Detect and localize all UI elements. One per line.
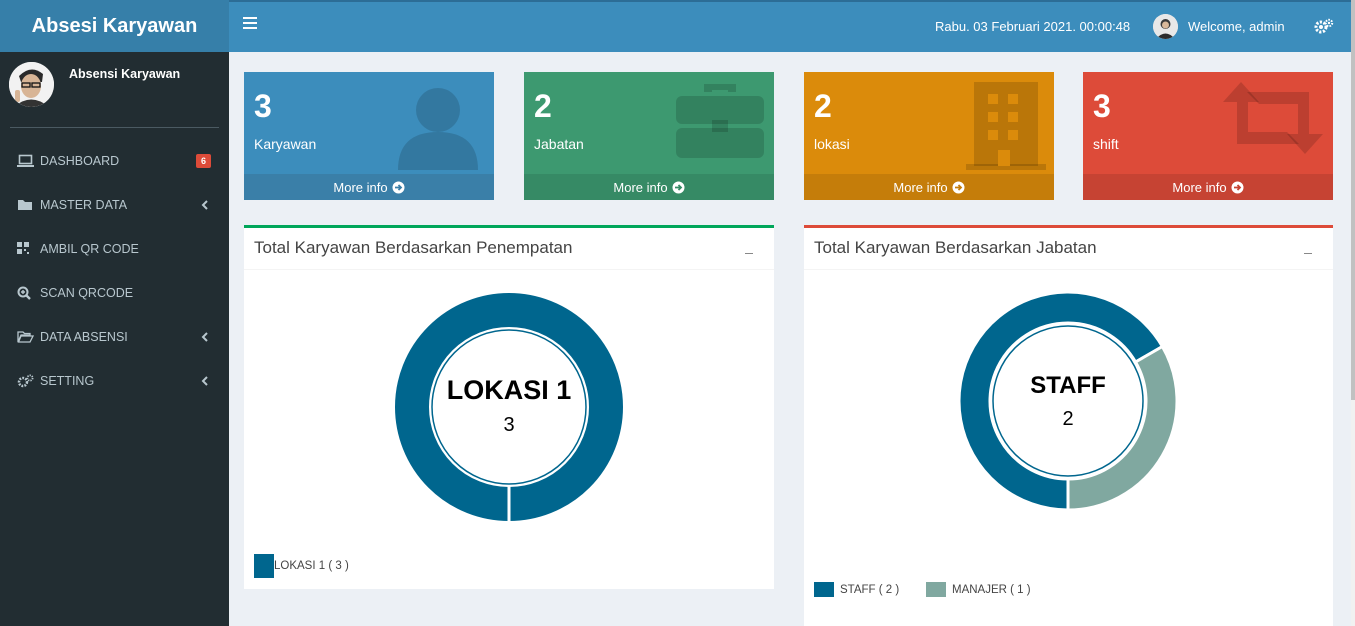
sidebar: Absensi Karyawan DASHBOARD 6 MASTER DATA… [0,52,229,626]
sidebar-item-label: SCAN QRCODE [40,286,134,300]
panel-title: Total Karyawan Berdasarkan Jabatan [814,238,1097,257]
folder-icon [17,198,34,212]
chevron-left-icon [201,375,209,387]
top-navbar: Rabu. 03 Februari 2021. 00:00:48 Welcome… [229,0,1351,52]
arrow-circle-right-icon [952,181,965,193]
panel-title: Total Karyawan Berdasarkan Penempatan [254,238,573,257]
donut-slice[interactable] [395,293,623,521]
sidebar-toggle-icon[interactable] [243,17,257,31]
sidebar-divider [10,127,219,128]
more-info-link[interactable]: More info [804,174,1054,200]
sidebar-item-ambil-qr-code[interactable]: AMBIL QR CODE [0,227,229,271]
chevron-left-icon [201,199,209,211]
search-plus-icon [17,286,34,300]
legend-swatch [814,582,834,597]
sidebar-item-dashboard[interactable]: DASHBOARD 6 [0,139,229,183]
donut-chart-penempatan: LOKASI 1 3 [395,293,623,522]
datetime-display: Rabu. 03 Februari 2021. 00:00:48 [935,19,1131,34]
stat-label: Karyawan [254,136,317,152]
donut-center-label: LOKASI 1 [447,375,572,405]
legend-label: STAFF ( 2 ) [840,583,900,596]
profile-name: Absensi Karyawan [69,67,181,81]
sidebar-item-label: SETTING [40,374,95,388]
user-icon [396,80,486,181]
sidebar-item-label: AMBIL QR CODE [40,242,139,256]
stat-label: lokasi [814,136,850,152]
arrow-circle-right-icon [672,181,685,193]
stat-box-shift: 3 shift More info [1083,72,1333,200]
building-icon [966,80,1046,177]
chevron-left-icon [201,331,209,343]
donut-center-label: STAFF [1030,372,1106,399]
stat-value: 3 [1093,88,1111,124]
legend-label: MANAJER ( 1 ) [952,583,1031,596]
minimize-icon[interactable] [744,242,756,254]
sidebar-item-scan-qrcode[interactable]: SCAN QRCODE [0,271,229,315]
stat-box-lokasi: 2 lokasi More info [804,72,1054,200]
user-avatar[interactable] [1153,14,1178,39]
retweet-icon [1221,80,1325,161]
app-logo[interactable]: Absesi Karyawan [0,0,229,52]
stat-label: Jabatan [534,136,584,152]
sidebar-menu: DASHBOARD 6 MASTER DATA AMBIL QR CODE SC… [0,139,229,403]
inner-ring [992,325,1144,477]
sidebar-item-label: DASHBOARD [40,154,120,168]
sidebar-item-data-absensi[interactable]: DATA ABSENSI [0,315,229,359]
stat-value: 2 [534,88,552,124]
laptop-icon [17,154,34,168]
settings-gears-icon[interactable] [1314,18,1334,34]
minimize-icon[interactable] [1303,242,1315,254]
welcome-user-link[interactable]: Welcome, admin [1188,19,1285,34]
panel-penempatan: Total Karyawan Berdasarkan Penempatan LO… [244,225,774,589]
scrollbar-thumb[interactable] [1351,0,1355,400]
folder-open-icon [17,330,35,344]
sidebar-item-setting[interactable]: SETTING [0,359,229,403]
sidebar-item-master-data[interactable]: MASTER DATA [0,183,229,227]
donut-chart-jabatan: STAFF 2 [957,290,1179,512]
more-info-link[interactable]: More info [1083,174,1333,200]
stat-value: 2 [814,88,832,124]
legend-swatch [926,582,946,597]
stat-value: 3 [254,88,272,124]
legend-item: STAFF ( 2 ) [814,582,899,597]
more-info-link[interactable]: More info [524,174,774,200]
legend-swatch [254,554,274,578]
stat-box-jabatan: 2 Jabatan More info [524,72,774,200]
profile-avatar [9,62,54,107]
donut-center-value: 3 [503,414,514,436]
arrow-circle-right-icon [1231,181,1244,193]
legend-label: LOKASI 1 ( 3 ) [274,560,349,572]
more-info-link[interactable]: More info [244,174,494,200]
stat-box-karyawan: 3 Karyawan More info [244,72,494,200]
sidebar-item-label: DATA ABSENSI [40,330,128,344]
top-border-line [229,0,1355,2]
inner-ring [431,329,587,485]
stat-label: shift [1093,136,1119,152]
legend-item: LOKASI 1 ( 3 ) [254,554,349,578]
panel-jabatan: Total Karyawan Berdasarkan Jabatan STAFF… [804,225,1333,626]
notification-badge: 6 [196,154,212,168]
qrcode-icon [17,242,34,256]
sidebar-item-label: MASTER DATA [40,198,128,212]
gears-icon [17,374,34,388]
donut-center-value: 2 [1062,408,1073,430]
app-title: Absesi Karyawan [31,14,198,37]
briefcase-icon [674,80,766,169]
legend-item: MANAJER ( 1 ) [926,582,1031,597]
arrow-circle-right-icon [392,181,405,193]
